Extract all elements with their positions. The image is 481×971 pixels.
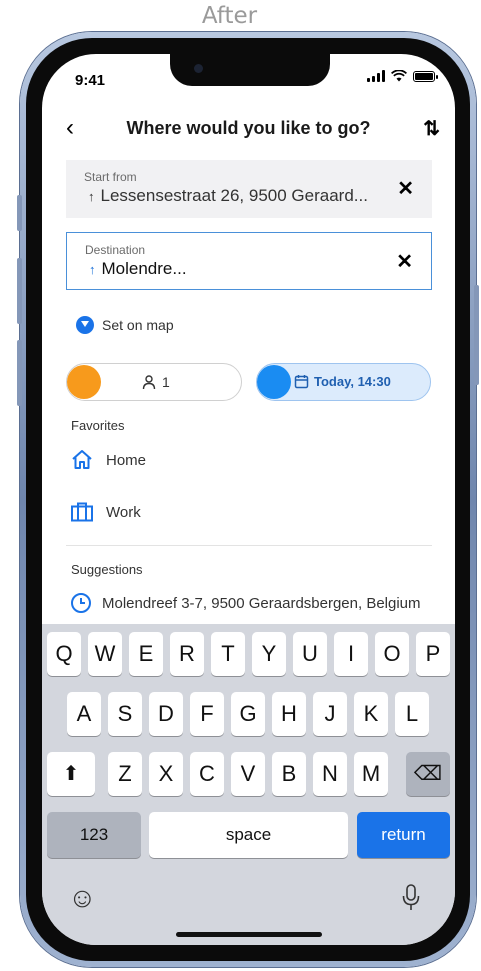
wifi-icon: [391, 70, 407, 82]
suggestions-title: Suggestions: [71, 562, 143, 577]
notch: [170, 54, 330, 86]
destination-field[interactable]: Destination ↑ Molendre... ✕: [66, 232, 432, 290]
camera-icon: [194, 64, 203, 73]
volume-down-button: [17, 340, 22, 406]
status-time: 9:41: [75, 72, 106, 89]
key-i[interactable]: I: [334, 632, 368, 676]
mic-icon: [402, 884, 420, 910]
destination-field-value: ↑ Molendre...: [89, 259, 187, 279]
date-content: Today, 14:30: [294, 374, 391, 389]
dictation-button[interactable]: [402, 884, 420, 917]
key-n[interactable]: N: [313, 752, 347, 796]
favorite-item-home[interactable]: Home: [70, 448, 146, 472]
shift-key[interactable]: ⬆: [47, 752, 95, 796]
clock-icon: [71, 593, 91, 613]
key-c[interactable]: C: [190, 752, 224, 796]
suggestion-label: Molendreef 3-7, 9500 Geraardsbergen, Bel…: [102, 594, 421, 612]
divider: [66, 545, 432, 546]
key-u[interactable]: U: [293, 632, 327, 676]
briefcase-icon: [71, 502, 93, 522]
header: ‹ Where would you like to go? ⇅: [42, 114, 455, 142]
caption: After: [201, 3, 258, 29]
home-icon: [72, 450, 92, 469]
key-w[interactable]: W: [88, 632, 122, 676]
power-button: [474, 285, 479, 385]
return-key[interactable]: return: [357, 812, 450, 858]
emoji-button[interactable]: ☺: [68, 882, 97, 914]
suggestion-item[interactable]: Molendreef 3-7, 9500 Geraardsbergen, Bel…: [70, 592, 421, 614]
key-y[interactable]: Y: [252, 632, 286, 676]
status-icons: [367, 70, 438, 82]
key-h[interactable]: H: [272, 692, 306, 736]
space-key[interactable]: space: [149, 812, 348, 858]
destination-field-label: Destination: [85, 243, 146, 257]
clear-start-button[interactable]: ✕: [397, 176, 414, 201]
passengers-pill[interactable]: 1: [66, 363, 242, 401]
numbers-key[interactable]: 123: [47, 812, 141, 858]
start-field-label: Start from: [84, 170, 137, 184]
key-a[interactable]: A: [67, 692, 101, 736]
key-l[interactable]: L: [395, 692, 429, 736]
silent-switch: [17, 195, 22, 231]
key-j[interactable]: J: [313, 692, 347, 736]
key-v[interactable]: V: [231, 752, 265, 796]
start-address: Lessensestraat 26, 9500 Geraard...: [100, 186, 368, 205]
key-q[interactable]: Q: [47, 632, 81, 676]
favorite-label-work: Work: [106, 503, 141, 521]
destination-text[interactable]: Molendre...: [102, 259, 187, 278]
favorites-title: Favorites: [71, 418, 125, 433]
arrow-up-icon: ↑: [89, 262, 96, 277]
set-on-map-label: Set on map: [102, 317, 174, 333]
delete-key[interactable]: ⌫: [406, 752, 450, 796]
map-pin-icon: [76, 316, 94, 334]
key-k[interactable]: K: [354, 692, 388, 736]
key-m[interactable]: M: [354, 752, 388, 796]
favorite-label-home: Home: [106, 451, 147, 469]
backspace-icon: ⌫: [413, 763, 443, 785]
emoji-icon: ☺: [68, 882, 97, 913]
key-d[interactable]: D: [149, 692, 183, 736]
calendar-icon: [294, 375, 309, 389]
arrow-up-icon: ↑: [88, 189, 95, 204]
passengers-indicator-dot: [67, 365, 101, 399]
phone-screen: 9:41 ‹ Where would you like to go? ⇅ Sta…: [42, 54, 455, 945]
key-z[interactable]: Z: [108, 752, 142, 796]
date-indicator-dot: [257, 365, 291, 399]
keyboard: Q W E R T Y U I O P A S D F G H J K L ⬆ …: [42, 624, 455, 945]
key-b[interactable]: B: [272, 752, 306, 796]
key-g[interactable]: G: [231, 692, 265, 736]
battery-icon: [413, 70, 438, 82]
start-field[interactable]: Start from ↑ Lessensestraat 26, 9500 Gera…: [66, 160, 432, 218]
passengers-count: 1: [162, 374, 170, 390]
home-indicator: [176, 932, 322, 937]
volume-up-button: [17, 258, 22, 324]
key-x[interactable]: X: [149, 752, 183, 796]
key-s[interactable]: S: [108, 692, 142, 736]
date-label: Today, 14:30: [314, 374, 391, 389]
cellular-signal-icon: [367, 70, 385, 82]
shift-icon: ⬆: [62, 763, 80, 785]
page-title: Where would you like to go?: [126, 118, 371, 138]
clear-destination-button[interactable]: ✕: [396, 249, 413, 274]
date-pill[interactable]: Today, 14:30: [256, 363, 431, 401]
swap-locations-button[interactable]: ⇅: [423, 116, 440, 141]
person-icon: [142, 375, 156, 390]
favorite-item-work[interactable]: Work: [70, 500, 141, 524]
key-t[interactable]: T: [211, 632, 245, 676]
key-o[interactable]: O: [375, 632, 409, 676]
passengers-content: 1: [141, 374, 170, 390]
key-f[interactable]: F: [190, 692, 224, 736]
set-on-map-button[interactable]: Set on map: [76, 316, 174, 334]
start-field-value: ↑ Lessensestraat 26, 9500 Geraard...: [88, 186, 368, 206]
key-p[interactable]: P: [416, 632, 450, 676]
key-r[interactable]: R: [170, 632, 204, 676]
key-e[interactable]: E: [129, 632, 163, 676]
